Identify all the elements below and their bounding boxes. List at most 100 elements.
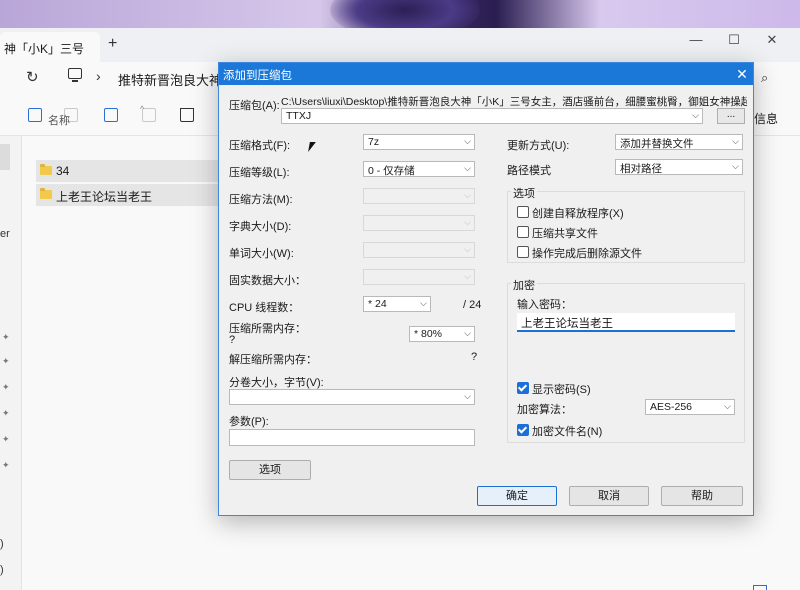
mem-compress-label: 压缩所需内存：: [229, 323, 306, 335]
solid-size-label: 固实数据大小：: [229, 275, 306, 287]
chevron-down-icon: ⌵: [464, 163, 471, 173]
level-value: 0 - 仅存储: [368, 165, 415, 177]
search-icon[interactable]: ⌕: [761, 70, 768, 86]
solid-size-combo[interactable]: ⌵: [363, 269, 475, 285]
pin-icon: ✦: [2, 382, 10, 392]
chevron-down-icon: ⌵: [464, 244, 471, 254]
nav-item-fragment[interactable]: ): [0, 538, 4, 550]
cpu-threads-combo[interactable]: * 24 ⌵: [363, 296, 431, 312]
cpu-threads-label: CPU 线程数：: [229, 302, 300, 314]
file-list-item[interactable]: 34: [36, 160, 218, 182]
file-name: 上老王论坛当老王: [56, 190, 153, 204]
format-combo[interactable]: 7z ⌵: [363, 134, 475, 150]
chevron-down-icon: ⌵: [464, 271, 471, 281]
chevron-down-icon: ⌵: [420, 298, 427, 308]
encryption-method-combo[interactable]: AES-256 ⌵: [645, 399, 735, 415]
show-password-checkbox[interactable]: 显示密码(S): [517, 381, 591, 397]
refresh-icon[interactable]: ↻: [26, 68, 39, 86]
nav-item-fragment[interactable]: er: [0, 228, 10, 240]
mem-compress-value: ?: [229, 334, 236, 346]
chevron-down-icon: ⌵: [732, 136, 739, 146]
chevron-down-icon: ⌵: [464, 328, 471, 338]
desktop-wallpaper: [0, 0, 800, 40]
update-mode-combo[interactable]: 添加并替换文件 ⌵: [615, 134, 743, 150]
pin-icon: ✦: [2, 332, 10, 342]
mem-decompress-value: ?: [471, 351, 478, 363]
chevron-down-icon: ⌵: [732, 161, 739, 171]
archive-path: C:\Users\liuxi\Desktop\推特新晋泡良大神「小K」三号女主，…: [281, 96, 747, 108]
volume-size-combo[interactable]: ⌵: [229, 389, 475, 405]
folder-icon: [40, 164, 52, 175]
dialog-close-button[interactable]: ✕: [733, 64, 751, 84]
archive-name-combo[interactable]: TTXJ ⌵: [281, 108, 703, 124]
pin-icon: ✦: [2, 356, 10, 366]
navigation-pane: er ✦ ✦ ✦ ✦ ✦ ✦ ) ): [0, 136, 22, 590]
nav-selected-item[interactable]: [0, 144, 10, 170]
copy-icon[interactable]: [28, 108, 42, 122]
folder-icon: [40, 188, 52, 199]
view-toggle-icon[interactable]: [753, 585, 767, 590]
archive-name-value: TTXJ: [286, 110, 312, 122]
create-sfx-checkbox[interactable]: 创建自释放程序(X): [517, 205, 624, 221]
dict-size-label: 字典大小(D):: [229, 221, 292, 233]
mem-decompress-label: 解压缩所需内存：: [229, 354, 317, 366]
word-size-label: 单词大小(W):: [229, 248, 294, 260]
word-size-combo[interactable]: ⌵: [363, 242, 475, 258]
file-list-item[interactable]: 上老王论坛当老王: [36, 184, 218, 206]
sort-arrow-icon: ^: [140, 104, 145, 114]
dict-size-combo[interactable]: ⌵: [363, 215, 475, 231]
details-pane-label[interactable]: 信息: [754, 110, 778, 127]
format-label: 压缩格式(F):: [229, 140, 291, 152]
mem-percent-combo[interactable]: * 80% ⌵: [409, 326, 475, 342]
params-input[interactable]: [229, 429, 475, 446]
format-value: 7z: [368, 136, 380, 148]
encrypt-filenames-checkbox[interactable]: 加密文件名(N): [517, 423, 602, 439]
file-name: 34: [56, 164, 70, 178]
cpu-threads-total: / 24: [463, 299, 482, 311]
path-mode-value: 相对路径: [620, 163, 662, 175]
cancel-button[interactable]: 取消: [569, 486, 649, 506]
add-to-archive-dialog: 添加到压缩包 ✕ 压缩包(A): C:\Users\liuxi\Desktop\…: [218, 62, 754, 516]
dialog-title-bar[interactable]: 添加到压缩包 ✕: [219, 63, 753, 85]
path-mode-label: 路径模式: [507, 165, 551, 177]
tab-bar: 神「小K」三号 + — ☐ ✕: [0, 28, 800, 62]
encryption-group-title: 加密: [511, 277, 537, 293]
options-button[interactable]: 选项: [229, 460, 311, 480]
params-label: 参数(P):: [229, 416, 269, 428]
encryption-method-label: 加密算法：: [517, 404, 572, 416]
password-label: 输入密码：: [517, 299, 572, 311]
method-combo[interactable]: ⌵: [363, 188, 475, 204]
rename-icon[interactable]: [104, 108, 118, 122]
new-tab-button[interactable]: +: [108, 35, 117, 53]
volume-size-label: 分卷大小，字节(V):: [229, 377, 324, 389]
breadcrumb-chevron-icon[interactable]: ›: [96, 68, 101, 84]
pin-icon: ✦: [2, 408, 10, 418]
ok-button[interactable]: 确定: [477, 486, 557, 506]
this-pc-icon[interactable]: [68, 68, 82, 82]
pin-icon: ✦: [2, 460, 10, 470]
column-header-name[interactable]: 名称: [48, 112, 70, 128]
delete-after-checkbox[interactable]: 操作完成后删除源文件: [517, 245, 642, 261]
nav-item-fragment[interactable]: ): [0, 564, 4, 576]
level-label: 压缩等级(L):: [229, 167, 290, 179]
maximize-button[interactable]: ☐: [724, 30, 744, 50]
mem-percent-value: * 80%: [414, 328, 443, 340]
explorer-tab[interactable]: 神「小K」三号: [0, 32, 100, 62]
method-label: 压缩方法(M):: [229, 194, 293, 206]
chevron-down-icon: ⌵: [724, 401, 731, 411]
minimize-button[interactable]: —: [686, 30, 706, 50]
shared-files-checkbox[interactable]: 压缩共享文件: [517, 225, 598, 241]
close-window-button[interactable]: ✕: [762, 30, 782, 50]
help-button[interactable]: 帮助: [661, 486, 743, 506]
pin-icon: ✦: [2, 434, 10, 444]
path-mode-combo[interactable]: 相对路径 ⌵: [615, 159, 743, 175]
archive-label: 压缩包(A):: [229, 100, 280, 112]
dialog-title: 添加到压缩包: [223, 70, 292, 82]
encryption-method-value: AES-256: [650, 401, 693, 413]
chevron-down-icon: ⌵: [464, 217, 471, 227]
delete-icon[interactable]: [180, 108, 194, 122]
chevron-down-icon: ⌵: [464, 391, 471, 401]
password-input[interactable]: 上老王论坛当老王: [517, 313, 735, 332]
browse-button[interactable]: ...: [717, 108, 745, 124]
level-combo[interactable]: 0 - 仅存储 ⌵: [363, 161, 475, 177]
